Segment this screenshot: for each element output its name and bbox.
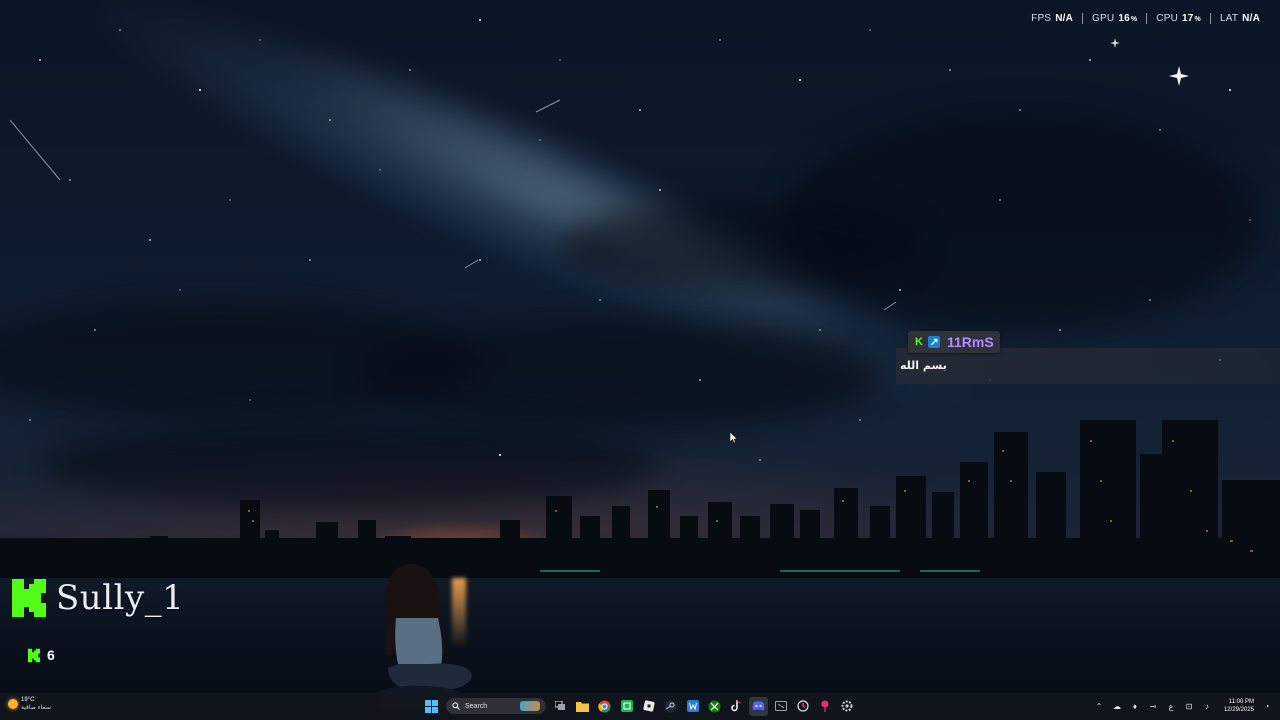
lat-label: LAT [1219, 13, 1239, 24]
weather-temperature: 19°C [21, 697, 35, 703]
sub-badge-icon: ↗ [928, 336, 940, 349]
weather-text: 19°C سماء صافية [21, 696, 51, 712]
gpu-number: 16 [1118, 13, 1130, 24]
chevron-up-icon[interactable]: ⌃ [1094, 701, 1104, 711]
notification-bell-icon[interactable]: ◔ [1262, 701, 1272, 711]
city-skyline [0, 420, 1280, 580]
taskbar-clock[interactable]: 11:00 PM 12/29/2025 [1224, 698, 1254, 714]
gpu-unit: % [1130, 16, 1138, 23]
viewer-counter: 6 [27, 647, 55, 663]
latency-stat: LAT N/A [1209, 13, 1269, 24]
weather-condition: سماء صافية [21, 704, 51, 711]
system-tray: ⌃ ☁ ♦ ⊸ ع ⊡ ♪ 11:00 PM 12/29/2025 ◔ [1094, 696, 1272, 716]
search-icon [452, 702, 460, 710]
tiktok-icon[interactable] [727, 697, 746, 716]
streamer-label: Sully_1 [10, 577, 184, 619]
cpu-unit: % [1194, 16, 1201, 23]
cpu-number: 17 [1182, 13, 1194, 24]
gpu-stat: GPU 16% [1082, 13, 1146, 24]
search-highlight-icon [520, 701, 540, 711]
update-icon[interactable] [793, 697, 812, 716]
cpu-stat: CPU 17% [1146, 13, 1210, 24]
kick-viewers-icon [27, 648, 41, 662]
network-icon[interactable]: ⊡ [1184, 701, 1194, 711]
chat-message-text: بسم الله [900, 359, 947, 372]
word-icon[interactable] [683, 697, 702, 716]
chat-message-overlay [896, 348, 1280, 384]
weather-widget[interactable]: 19°C سماء صافية [8, 696, 51, 712]
streamer-name: Sully_1 [56, 578, 185, 618]
settings-icon[interactable] [837, 697, 856, 716]
search-placeholder: Search [465, 702, 488, 710]
cpu-value: 17% [1182, 13, 1201, 24]
capture-icon[interactable] [771, 697, 790, 716]
taskbar-search-input[interactable]: Search [446, 698, 546, 714]
volume-icon[interactable]: ♪ [1202, 701, 1212, 711]
cpu-label: CPU [1156, 13, 1178, 24]
fps-stat: FPS N/A [1022, 13, 1082, 24]
kick-badge-icon: K [915, 336, 923, 348]
discord-icon[interactable] [749, 696, 768, 716]
weather-sun-icon [8, 699, 18, 709]
task-view-icon[interactable] [551, 697, 570, 716]
microphone-icon[interactable]: ♦ [1130, 701, 1140, 711]
windows-start-icon[interactable] [422, 697, 441, 716]
kick-logo-icon [12, 579, 46, 617]
clock-date: 12/29/2025 [1223, 707, 1254, 713]
xbox-icon[interactable] [705, 697, 724, 716]
chrome-icon[interactable] [595, 697, 614, 716]
cloud-icon[interactable]: ☁ [1112, 701, 1122, 711]
pin-icon[interactable] [815, 697, 834, 716]
chat-username: 11RmS [947, 334, 994, 350]
fps-label: FPS [1031, 13, 1052, 24]
usb-icon[interactable]: ⊸ [1148, 701, 1158, 711]
gpu-label: GPU [1092, 13, 1115, 24]
gpu-value: 16% [1118, 13, 1137, 24]
performance-overlay: FPS N/A GPU 16% CPU 17% LAT N/A [1022, 13, 1269, 24]
steam-icon[interactable] [661, 697, 680, 716]
viewer-count: 6 [47, 647, 55, 663]
mouse-cursor-icon [730, 432, 738, 444]
file-explorer-icon[interactable] [573, 697, 592, 716]
taskbar-pinned-apps: Search [422, 696, 856, 716]
chat-username-tag: K ↗ 11RmS [908, 331, 1000, 353]
input-language[interactable]: ع [1166, 701, 1176, 711]
lat-value: N/A [1242, 13, 1260, 24]
roblox-icon[interactable] [639, 697, 658, 716]
clock-time: 11:00 PM [1228, 699, 1254, 705]
spreadsheet-icon[interactable] [617, 697, 636, 716]
fps-value: N/A [1055, 13, 1074, 24]
